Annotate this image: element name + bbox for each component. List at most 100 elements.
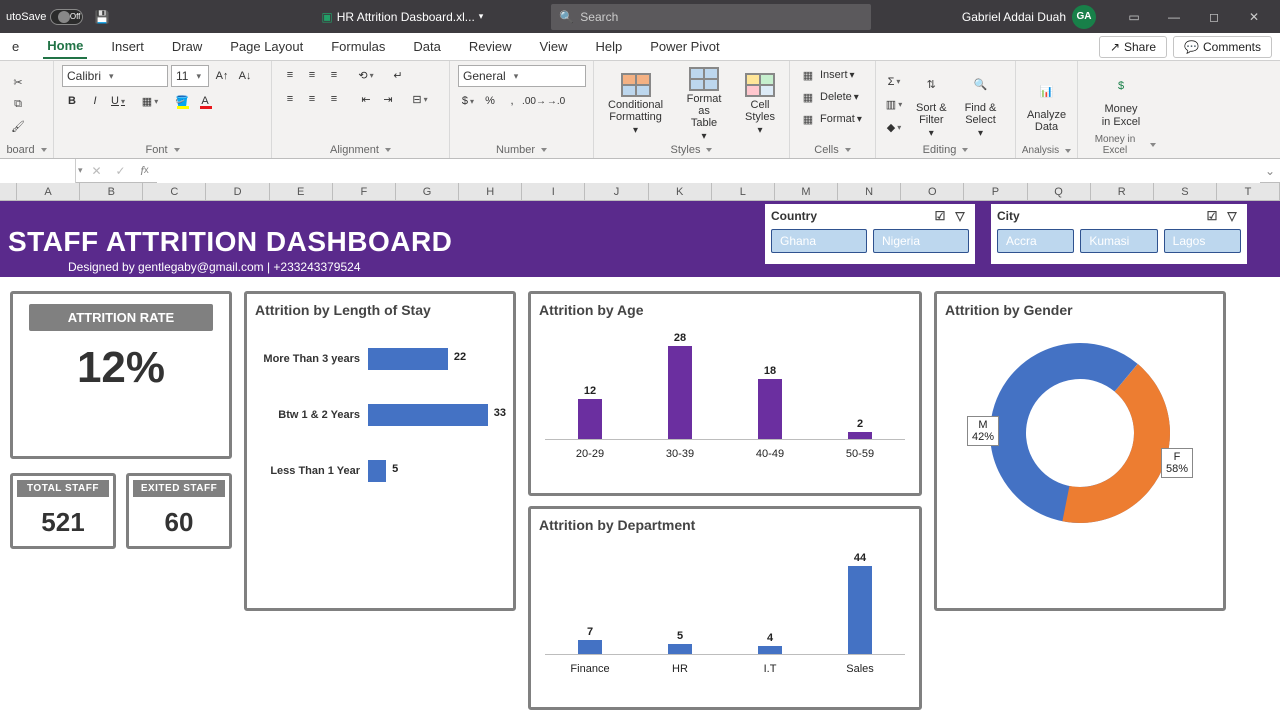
col-header[interactable]: M [775, 183, 838, 200]
number-format-select[interactable]: General [458, 65, 586, 87]
align-bottom-icon[interactable]: ≡ [324, 65, 344, 85]
col-header[interactable]: H [459, 183, 522, 200]
tab-power-pivot[interactable]: Power Pivot [646, 35, 723, 58]
copy-icon[interactable]: ⧉ [8, 95, 28, 115]
align-top-icon[interactable]: ≡ [280, 65, 300, 85]
save-icon[interactable]: 💾 [91, 6, 113, 28]
slicer-city[interactable]: City☑▽ Accra Kumasi Lagos [988, 201, 1250, 267]
slicer-country[interactable]: Country☑▽ Ghana Nigeria [762, 201, 978, 267]
col-header[interactable]: L [712, 183, 775, 200]
minimize-icon[interactable]: — [1154, 0, 1194, 33]
tab-data[interactable]: Data [409, 35, 444, 58]
user-account[interactable]: Gabriel Addai Duah GA [962, 5, 1096, 29]
tab-file[interactable]: e [8, 35, 23, 58]
border-button[interactable]: ▦ [140, 91, 160, 111]
italic-button[interactable]: I [85, 91, 105, 111]
chart-gender[interactable]: Attrition by Gender M 42% F 58% [934, 291, 1226, 611]
money-in-excel-button[interactable]: $Money in Excel [1096, 69, 1147, 129]
cell-styles-button[interactable]: Cell Styles▾ [739, 71, 781, 138]
decrease-decimal-icon[interactable]: →.0 [546, 91, 566, 111]
find-select-button[interactable]: 🔍Find & Select▾ [959, 68, 1003, 141]
col-header[interactable]: N [838, 183, 901, 200]
chart-age[interactable]: Attrition by Age 1228182 20-2930-3940-49… [528, 291, 922, 496]
col-header[interactable]: P [964, 183, 1027, 200]
formula-bar[interactable] [157, 159, 1260, 183]
slicer-option-nigeria[interactable]: Nigeria [873, 229, 969, 253]
col-header[interactable]: Q [1028, 183, 1091, 200]
font-color-button[interactable]: A [195, 91, 215, 111]
tab-review[interactable]: Review [465, 35, 516, 58]
slicer-option-kumasi[interactable]: Kumasi [1080, 229, 1157, 253]
col-header[interactable]: O [901, 183, 964, 200]
bold-button[interactable]: B [62, 91, 82, 111]
col-header[interactable]: E [270, 183, 333, 200]
col-header[interactable]: K [649, 183, 712, 200]
tab-insert[interactable]: Insert [107, 35, 148, 58]
col-header[interactable]: B [80, 183, 143, 200]
decrease-font-icon[interactable]: A↓ [235, 66, 255, 86]
increase-font-icon[interactable]: A↑ [212, 66, 232, 86]
cancel-formula-icon[interactable]: ✕ [85, 159, 109, 183]
wrap-text-icon[interactable]: ↵ [388, 65, 408, 85]
tab-draw[interactable]: Draw [168, 35, 206, 58]
col-header[interactable]: T [1217, 183, 1280, 200]
increase-decimal-icon[interactable]: .00→ [524, 91, 544, 111]
cut-icon[interactable]: ✂ [8, 73, 28, 93]
align-left-icon[interactable]: ≡ [280, 89, 300, 109]
col-header[interactable]: F [333, 183, 396, 200]
tab-page-layout[interactable]: Page Layout [226, 35, 307, 58]
fx-icon[interactable]: fx [133, 159, 157, 183]
slicer-option-accra[interactable]: Accra [997, 229, 1074, 253]
clear-filter-icon[interactable]: ▽ [1223, 207, 1241, 225]
col-header[interactable]: D [206, 183, 269, 200]
clear-filter-icon[interactable]: ▽ [951, 207, 969, 225]
chart-length-of-stay[interactable]: Attrition by Length of Stay More Than 3 … [244, 291, 516, 611]
conditional-formatting-button[interactable]: Conditional Formatting▾ [602, 71, 669, 138]
insert-cells-button[interactable]: ▦Insert ▾ [798, 65, 855, 85]
autosave-toggle[interactable]: Off [50, 9, 83, 25]
analyze-data-button[interactable]: 📊Analyze Data [1021, 75, 1072, 135]
col-header[interactable]: I [522, 183, 585, 200]
col-header[interactable]: G [396, 183, 459, 200]
align-middle-icon[interactable]: ≡ [302, 65, 322, 85]
format-as-table-button[interactable]: Format as Table▾ [677, 65, 731, 144]
multiselect-icon[interactable]: ☑ [1203, 207, 1221, 225]
col-header[interactable]: R [1091, 183, 1154, 200]
col-header[interactable]: J [585, 183, 648, 200]
fill-color-button[interactable]: 🪣 [172, 91, 192, 111]
ribbon-display-icon[interactable]: ▭ [1114, 0, 1154, 33]
expand-formula-bar-icon[interactable]: ⌄ [1260, 164, 1280, 178]
col-header[interactable]: S [1154, 183, 1217, 200]
fill-icon[interactable]: ▥ [884, 95, 904, 115]
autosum-icon[interactable]: Σ [884, 72, 904, 92]
tab-view[interactable]: View [536, 35, 572, 58]
tab-formulas[interactable]: Formulas [327, 35, 389, 58]
tab-help[interactable]: Help [591, 35, 626, 58]
close-icon[interactable]: ✕ [1234, 0, 1274, 33]
slicer-option-ghana[interactable]: Ghana [771, 229, 867, 253]
filename[interactable]: ▣ HR Attrition Dasboard.xl... ▾ [321, 10, 483, 24]
col-header[interactable]: A [17, 183, 80, 200]
select-all-corner[interactable] [0, 183, 17, 200]
font-name-select[interactable]: Calibri [62, 65, 168, 87]
sort-filter-button[interactable]: ⇅Sort & Filter▾ [910, 68, 953, 141]
clear-icon[interactable]: ◆ [884, 118, 904, 138]
font-size-select[interactable]: 11 [171, 65, 209, 87]
tab-home[interactable]: Home [43, 34, 87, 59]
col-header[interactable]: C [143, 183, 206, 200]
slicer-option-lagos[interactable]: Lagos [1164, 229, 1241, 253]
align-center-icon[interactable]: ≡ [302, 89, 322, 109]
format-cells-button[interactable]: ▦Format ▾ [798, 109, 862, 129]
chart-department[interactable]: Attrition by Department 75444 FinanceHRI… [528, 506, 922, 711]
decrease-indent-icon[interactable]: ⇤ [356, 89, 376, 109]
search-input[interactable]: 🔍 Search [551, 4, 871, 30]
merge-center-icon[interactable]: ⊟ [410, 89, 430, 109]
enter-formula-icon[interactable]: ✓ [109, 159, 133, 183]
percent-format-icon[interactable]: % [480, 91, 500, 111]
align-right-icon[interactable]: ≡ [324, 89, 344, 109]
accounting-format-icon[interactable]: $ [458, 91, 478, 111]
comments-button[interactable]: 💬 Comments [1173, 36, 1272, 58]
increase-indent-icon[interactable]: ⇥ [378, 89, 398, 109]
multiselect-icon[interactable]: ☑ [931, 207, 949, 225]
name-box[interactable] [0, 159, 76, 183]
